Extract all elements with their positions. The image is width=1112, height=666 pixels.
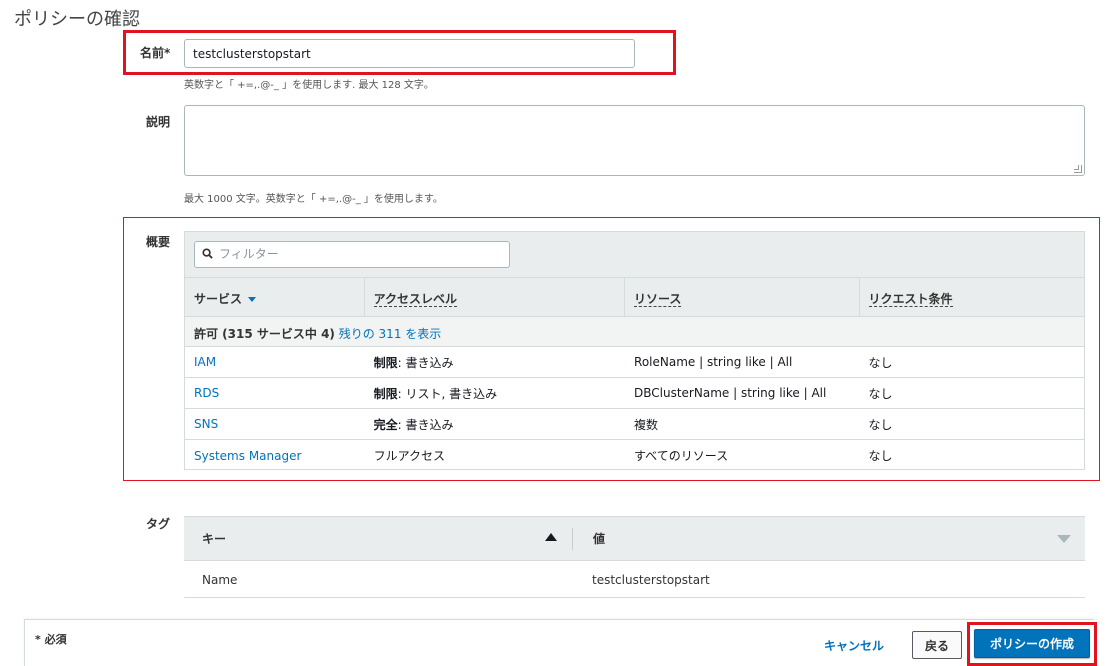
- access-level-cell: 制限: リスト, 書き込み: [373, 386, 498, 401]
- resource-cell: すべてのリソース: [634, 449, 729, 463]
- description-textarea[interactable]: [184, 105, 1085, 176]
- back-button[interactable]: 戻る: [912, 631, 962, 659]
- tag-value-cell: testclusterstopstart: [592, 572, 710, 587]
- resource-cell: RoleName | string like | All: [634, 355, 793, 369]
- description-label: 説明: [146, 115, 171, 129]
- column-value[interactable]: 値: [572, 527, 1085, 550]
- table-row: IAM 制限: 書き込み RoleName | string like | Al…: [185, 347, 1084, 378]
- condition-cell: なし: [868, 449, 893, 463]
- collapse-caret-icon[interactable]: [1057, 535, 1071, 543]
- tag-key-cell: Name: [202, 572, 238, 587]
- table-row: Systems Manager フルアクセス すべてのリソース なし: [185, 440, 1084, 471]
- service-link[interactable]: RDS: [194, 386, 219, 400]
- access-level-cell: フルアクセス: [373, 449, 446, 463]
- resource-cell: 複数: [634, 417, 659, 432]
- summary-table-header: サービス アクセスレベル リソース リクエスト条件: [185, 278, 1084, 317]
- create-policy-button[interactable]: ポリシーの作成: [974, 629, 1090, 658]
- column-request-condition[interactable]: リクエスト条件: [860, 278, 1085, 316]
- name-label: 名前*: [140, 46, 171, 60]
- description-hint: 最大 1000 文字。英数字と「 +=,.@-_ 」を使用します。: [184, 194, 443, 205]
- service-link[interactable]: SNS: [194, 417, 218, 431]
- tags-label: タグ: [146, 517, 171, 531]
- access-level-cell: 完全: 書き込み: [373, 417, 454, 432]
- group-row-allow: 許可 (315 サービス中 4) 残りの 311 を表示: [185, 317, 1084, 347]
- sort-down-icon: [248, 297, 257, 302]
- summary-label: 概要: [146, 235, 171, 249]
- filter-input[interactable]: フィルター: [194, 241, 510, 268]
- required-note: * 必須: [35, 633, 67, 646]
- tags-table: キー 値 Name testclusterstopstart: [184, 516, 1085, 598]
- resource-cell: DBClusterName | string like | All: [634, 386, 827, 400]
- resize-grip-icon[interactable]: [1074, 165, 1082, 173]
- filter-placeholder: フィルター: [219, 247, 279, 261]
- footer-bar: * 必須 キャンセル 戻る: [24, 619, 1094, 666]
- condition-cell: なし: [868, 386, 893, 401]
- group-label: 許可 (315 サービス中 4): [194, 327, 335, 341]
- table-row: SNS 完全: 書き込み 複数 なし: [185, 409, 1084, 440]
- condition-cell: なし: [868, 355, 893, 370]
- cancel-button[interactable]: キャンセル: [824, 637, 884, 654]
- column-access-level[interactable]: アクセスレベル: [365, 278, 626, 316]
- condition-cell: なし: [868, 417, 893, 432]
- service-link[interactable]: IAM: [194, 355, 216, 369]
- column-resource[interactable]: リソース: [625, 278, 860, 316]
- page-title: ポリシーの確認: [14, 9, 140, 30]
- table-row: RDS 制限: リスト, 書き込み DBClusterName | string…: [185, 378, 1084, 409]
- name-input[interactable]: [184, 39, 635, 68]
- sort-ascending-icon[interactable]: [545, 533, 557, 541]
- name-hint: 英数字と「 +=,.@-_ 」を使用します. 最大 128 文字。: [184, 80, 434, 91]
- column-key[interactable]: キー: [184, 530, 572, 547]
- filter-bar: フィルター: [185, 232, 1084, 278]
- access-level-cell: 制限: 書き込み: [373, 355, 454, 370]
- summary-table: フィルター サービス アクセスレベル リソース リクエスト条件 許可 (315 …: [184, 231, 1085, 470]
- tags-table-header: キー 値: [184, 517, 1085, 561]
- column-service[interactable]: サービス: [185, 278, 365, 316]
- tags-row: Name testclusterstopstart: [184, 561, 1085, 598]
- search-icon: [202, 248, 213, 259]
- service-link[interactable]: Systems Manager: [194, 449, 301, 463]
- show-remaining-link[interactable]: 残りの 311 を表示: [339, 327, 442, 341]
